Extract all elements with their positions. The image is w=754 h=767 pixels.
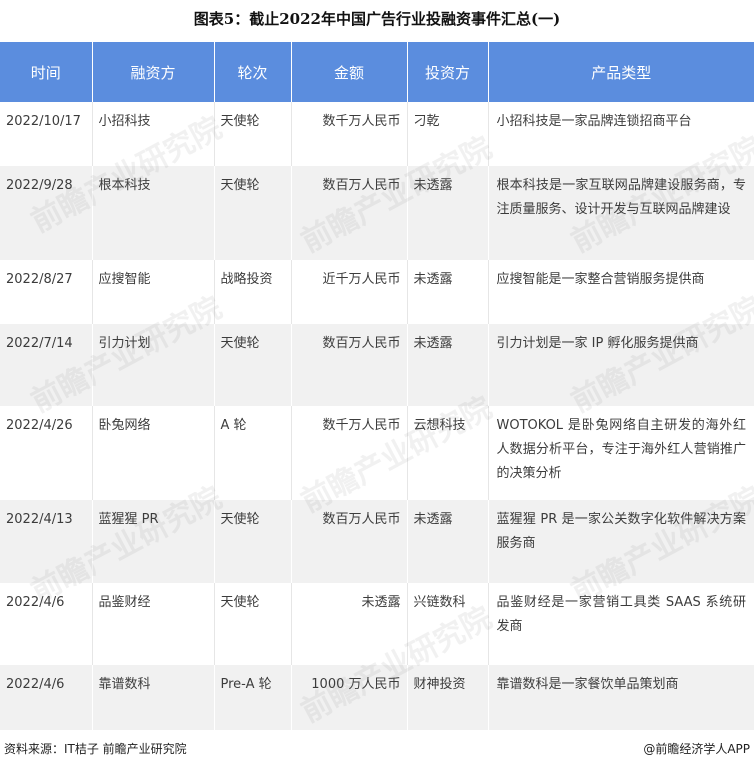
cell-financier: 根本科技: [92, 166, 215, 260]
cell-product-type: WOTOKOL 是卧兔网络自主研发的海外红人数据分析平台，专注于海外红人营销推广…: [488, 406, 754, 500]
cell-round: 天使轮: [214, 102, 292, 166]
page: 图表5：截止2022年中国广告行业投融资事件汇总(一) 时间 融资方 轮次 金额…: [0, 0, 754, 767]
cell-amount: 1000 万人民币: [291, 665, 408, 730]
cell-financier: 蓝猩猩 PR: [92, 500, 215, 583]
cell-financier: 引力计划: [92, 324, 215, 406]
cell-amount: 近千万人民币: [291, 260, 408, 324]
table-row: 2022/7/14 引力计划 天使轮 数百万人民币 未透露 引力计划是一家 IP…: [0, 324, 754, 406]
header-product-type: 产品类型: [488, 42, 754, 102]
cell-amount: 数百万人民币: [291, 500, 408, 583]
table-row: 2022/4/6 靠谱数科 Pre-A 轮 1000 万人民币 财神投资 靠谱数…: [0, 665, 754, 730]
cell-round: A 轮: [214, 406, 292, 500]
table-row: 2022/9/28 根本科技 天使轮 数百万人民币 未透露 根本科技是一家互联网…: [0, 166, 754, 260]
cell-investor: 云想科技: [407, 406, 489, 500]
cell-financier: 小招科技: [92, 102, 215, 166]
cell-round: 战略投资: [214, 260, 292, 324]
brand-credit: @前瞻经济学人APP: [643, 742, 750, 756]
cell-time: 2022/4/26: [0, 406, 93, 500]
cell-investor: 未透露: [407, 260, 489, 324]
cell-product-type: 引力计划是一家 IP 孵化服务提供商: [488, 324, 754, 406]
table-row: 2022/4/13 蓝猩猩 PR 天使轮 数百万人民币 未透露 蓝猩猩 PR 是…: [0, 500, 754, 583]
header-investor: 投资方: [407, 42, 489, 102]
cell-amount: 数百万人民币: [291, 166, 408, 260]
cell-product-type: 品鉴财经是一家营销工具类 SAAS 系统研发商: [488, 583, 754, 665]
table-row: 2022/8/27 应搜智能 战略投资 近千万人民币 未透露 应搜智能是一家整合…: [0, 260, 754, 324]
table-row: 2022/4/26 卧兔网络 A 轮 数千万人民币 云想科技 WOTOKOL 是…: [0, 406, 754, 500]
cell-round: Pre-A 轮: [214, 665, 292, 730]
table-row: 2022/4/6 品鉴财经 天使轮 未透露 兴链数科 品鉴财经是一家营销工具类 …: [0, 583, 754, 665]
cell-financier: 品鉴财经: [92, 583, 215, 665]
table-row: 2022/10/17 小招科技 天使轮 数千万人民币 刁乾 小招科技是一家品牌连…: [0, 102, 754, 166]
cell-amount: 数千万人民币: [291, 102, 408, 166]
cell-amount: 数千万人民币: [291, 406, 408, 500]
cell-financier: 靠谱数科: [92, 665, 215, 730]
cell-time: 2022/4/6: [0, 665, 93, 730]
cell-product-type: 应搜智能是一家整合营销服务提供商: [488, 260, 754, 324]
header-financier: 融资方: [92, 42, 215, 102]
cell-time: 2022/4/13: [0, 500, 93, 583]
cell-time: 2022/9/28: [0, 166, 93, 260]
cell-investor: 未透露: [407, 324, 489, 406]
cell-time: 2022/4/6: [0, 583, 93, 665]
cell-product-type: 蓝猩猩 PR 是一家公关数字化软件解决方案服务商: [488, 500, 754, 583]
page-title: 图表5：截止2022年中国广告行业投融资事件汇总(一): [193, 10, 561, 28]
cell-investor: 兴链数科: [407, 583, 489, 665]
cell-round: 天使轮: [214, 583, 292, 665]
cell-amount: 数百万人民币: [291, 324, 408, 406]
cell-time: 2022/10/17: [0, 102, 93, 166]
cell-round: 天使轮: [214, 500, 292, 583]
header-row: 时间 融资方 轮次 金额 投资方 产品类型: [0, 42, 754, 102]
cell-investor: 未透露: [407, 500, 489, 583]
investment-table: 时间 融资方 轮次 金额 投资方 产品类型 2022/10/17 小招科技 天使…: [0, 42, 754, 730]
cell-product-type: 根本科技是一家互联网品牌建设服务商，专注质量服务、设计开发与互联网品牌建设: [488, 166, 754, 260]
cell-financier: 应搜智能: [92, 260, 215, 324]
table-container: 时间 融资方 轮次 金额 投资方 产品类型 2022/10/17 小招科技 天使…: [0, 42, 754, 730]
cell-investor: 财神投资: [407, 665, 489, 730]
cell-round: 天使轮: [214, 166, 292, 260]
cell-product-type: 小招科技是一家品牌连锁招商平台: [488, 102, 754, 166]
source-note: 资料来源：IT桔子 前瞻产业研究院: [4, 742, 187, 756]
cell-round: 天使轮: [214, 324, 292, 406]
cell-investor: 未透露: [407, 166, 489, 260]
cell-time: 2022/8/27: [0, 260, 93, 324]
cell-investor: 刁乾: [407, 102, 489, 166]
header-amount: 金额: [291, 42, 408, 102]
header-time: 时间: [0, 42, 93, 102]
header-round: 轮次: [214, 42, 292, 102]
cell-amount: 未透露: [291, 583, 408, 665]
cell-product-type: 靠谱数科是一家餐饮单品策划商: [488, 665, 754, 730]
cell-time: 2022/7/14: [0, 324, 93, 406]
cell-financier: 卧兔网络: [92, 406, 215, 500]
